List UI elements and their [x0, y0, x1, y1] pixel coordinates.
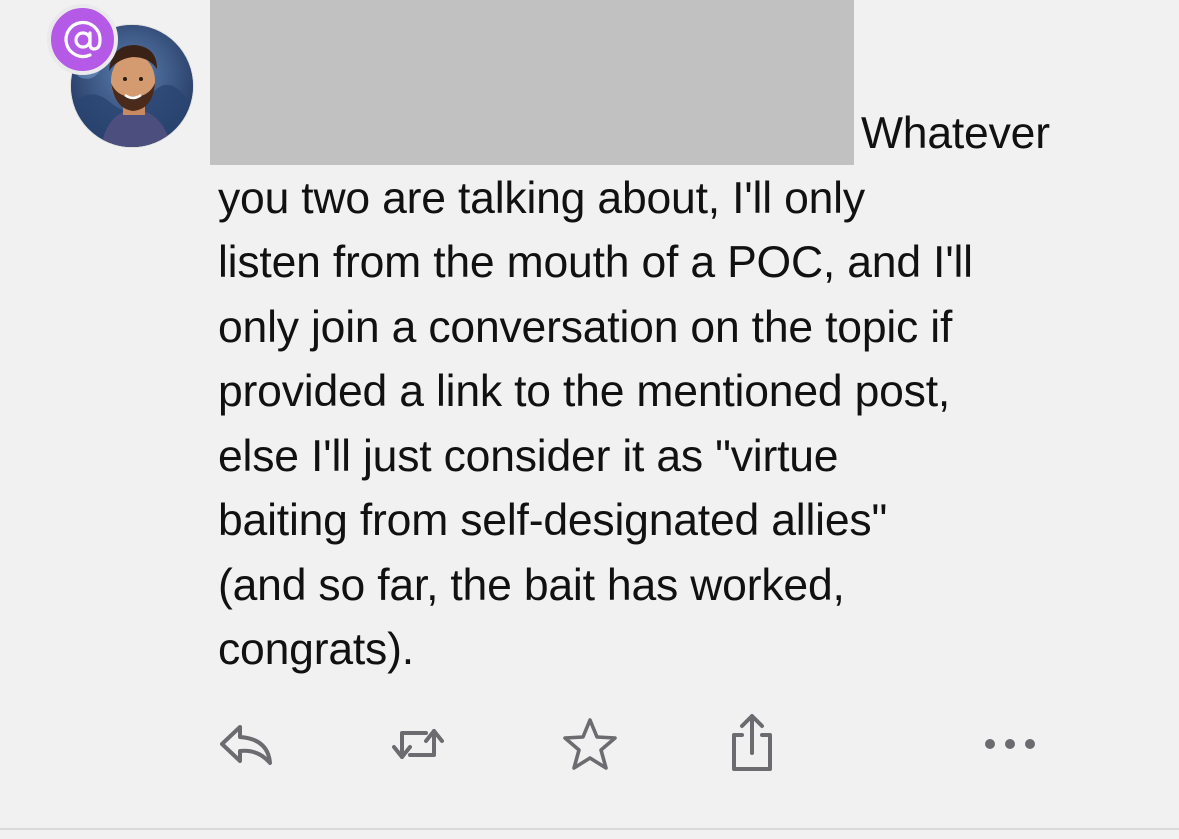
post-line: provided a link to the mentioned post, — [218, 367, 951, 416]
boost-icon — [392, 729, 444, 759]
post-line: you two are talking about, I'll only — [218, 173, 865, 223]
reply-button[interactable] — [214, 712, 278, 776]
post-actions-bar — [0, 712, 1179, 782]
share-button[interactable] — [720, 712, 784, 776]
post-line: listen from the mouth of a POC, and I'll — [218, 238, 973, 287]
boost-button[interactable] — [386, 712, 450, 776]
post-line: (and so far, the bait has worked, — [218, 560, 845, 610]
post-line: Whatever — [861, 109, 1050, 158]
post-line: only join a conversation on the topic if — [218, 302, 953, 352]
share-icon — [732, 714, 772, 771]
favourite-button[interactable] — [558, 712, 622, 776]
more-button[interactable] — [980, 712, 1044, 776]
post-card[interactable]: Whatever you two are talking about, I'll… — [0, 0, 1179, 828]
reply-icon — [220, 725, 272, 765]
post-divider — [0, 828, 1179, 830]
post-line: else I'll just consider it as "virtue — [218, 431, 839, 481]
star-icon — [563, 718, 617, 770]
mention-badge — [47, 4, 118, 75]
post-line: baiting from self-designated allies" — [218, 496, 888, 545]
more-icon — [985, 739, 1035, 749]
at-sign-icon — [63, 20, 102, 58]
post-content: Whatever you two are talking about, I'll… — [218, 102, 1118, 683]
post-line: congrats). — [218, 625, 414, 674]
